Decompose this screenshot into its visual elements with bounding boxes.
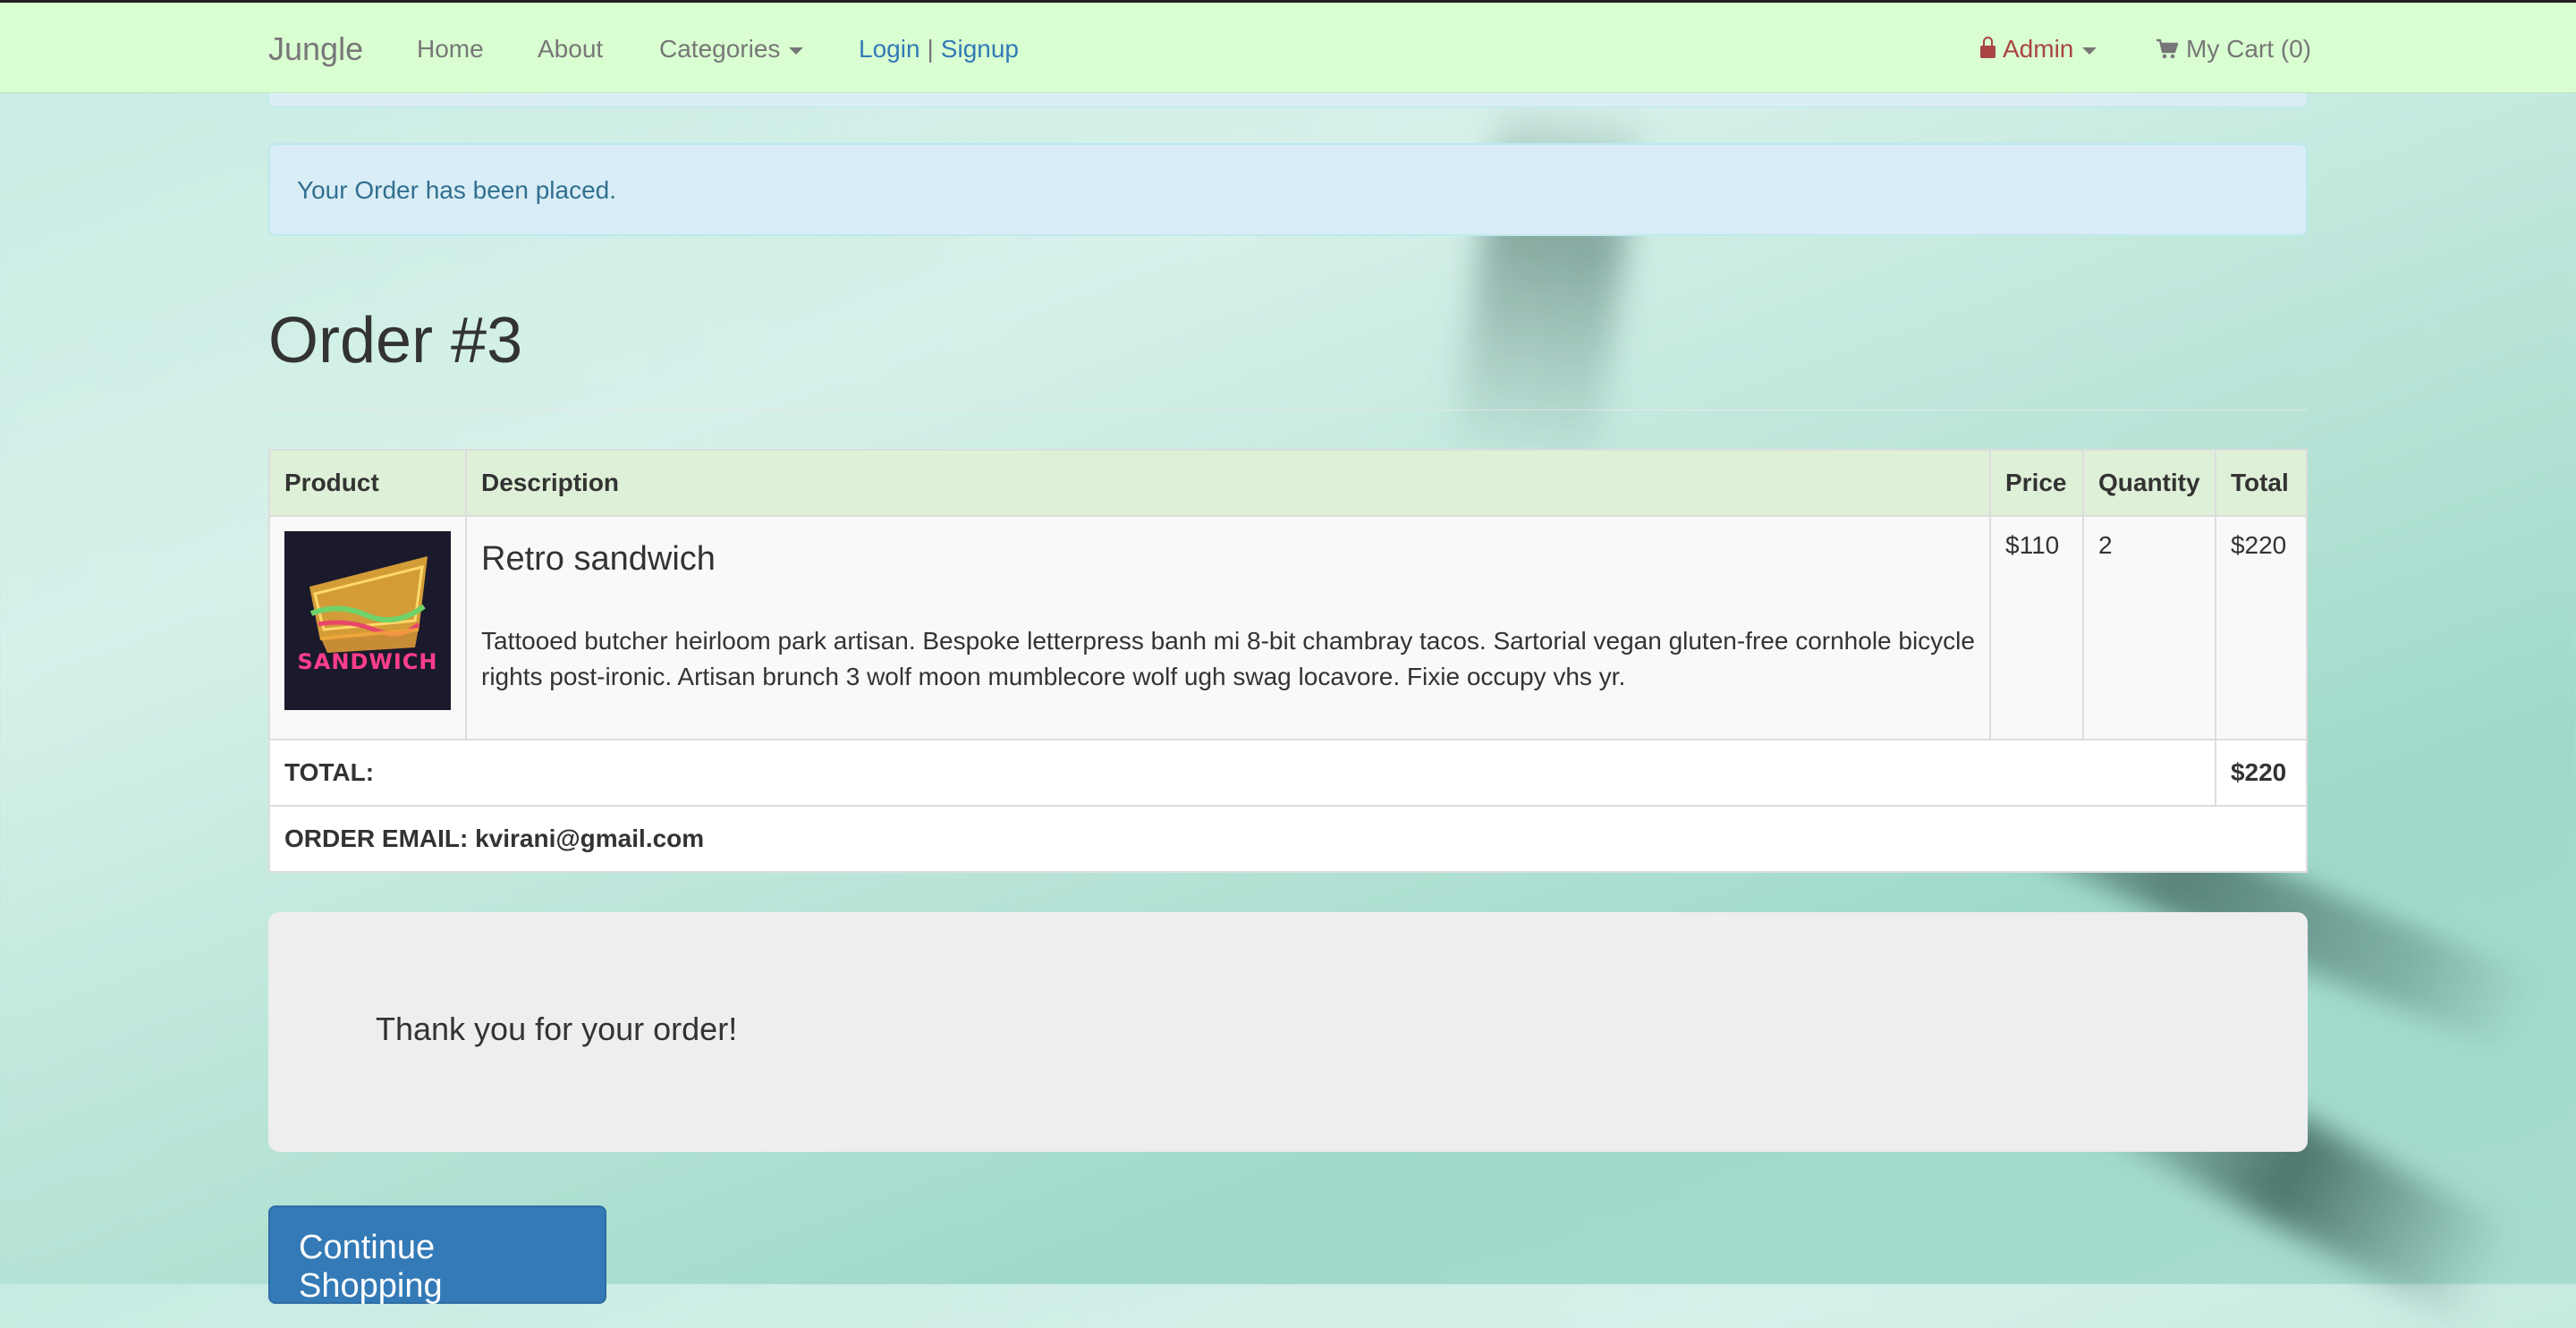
product-description: Tattooed butcher heirloom park artisan. … [481, 627, 1975, 690]
login-link[interactable]: Login [859, 35, 920, 63]
product-image-label: SANDWICH [297, 649, 438, 674]
price-cell: $110 [1989, 515, 2084, 740]
nav-home-link[interactable]: Home [417, 35, 484, 63]
categories-label: Categories [659, 35, 781, 63]
navbar: Jungle Home About Categories Login | Signu… [0, 0, 2576, 93]
email-row: ORDER EMAIL: kvirani@gmail.com [268, 805, 2308, 873]
header-product: Product [268, 449, 467, 517]
navbar-container: Jungle Home About Categories Login | Signu… [268, 3, 2311, 93]
order-email: ORDER EMAIL: kvirani@gmail.com [268, 805, 2308, 873]
description-cell: Retro sandwich Tattooed butcher heirloom… [465, 515, 1991, 740]
item-total-cell: $220 [2214, 515, 2309, 740]
quantity-cell: 2 [2081, 515, 2216, 740]
product-cell: SANDWICH [268, 515, 467, 740]
brand-link[interactable]: Jungle [268, 30, 363, 68]
total-row: TOTAL: $220 [268, 739, 2309, 807]
auth-links: Login | Signup [859, 35, 1019, 63]
total-value: $220 [2214, 739, 2309, 807]
shopping-cart-icon [2157, 38, 2179, 59]
caret-down-icon [2082, 47, 2097, 55]
thank-you-panel: Thank you for your order! [268, 912, 2308, 1152]
auth-separator: | [927, 35, 934, 63]
order-placed-alert: Your Order has been placed. [268, 143, 2308, 236]
order-table: Product Description Price Quantity Total [268, 449, 2309, 873]
signup-link[interactable]: Signup [941, 35, 1019, 63]
header-total: Total [2214, 449, 2309, 517]
table-row: SANDWICH Retro sandwich Tattooed butcher… [268, 515, 2309, 740]
caret-down-icon [789, 47, 804, 55]
page-title: Order #3 [268, 305, 523, 376]
product-image: SANDWICH [284, 531, 451, 710]
header-price: Price [1989, 449, 2084, 517]
cart-link[interactable]: My Cart (0) [2156, 35, 2311, 63]
admin-dropdown[interactable]: Admin [1980, 35, 2097, 63]
continue-shopping-button[interactable]: Continue Shopping [268, 1205, 606, 1305]
product-name: Retro sandwich [481, 540, 716, 578]
header-description: Description [465, 449, 1991, 517]
header-quantity: Quantity [2081, 449, 2216, 517]
cart-label: My Cart (0) [2186, 35, 2311, 63]
table-header-row: Product Description Price Quantity Total [268, 449, 2309, 517]
previous-alert-edge [268, 93, 2308, 107]
thank-you-message: Thank you for your order! [376, 1011, 738, 1047]
categories-dropdown[interactable]: Categories [659, 35, 804, 63]
nav-about-link[interactable]: About [538, 35, 603, 63]
total-label: TOTAL: [268, 739, 2216, 807]
lock-icon [1980, 37, 1996, 58]
admin-label: Admin [2003, 35, 2074, 63]
